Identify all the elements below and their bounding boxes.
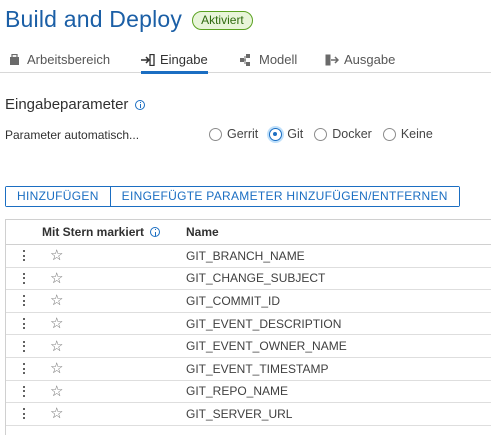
tab-label: Ausgabe: [344, 52, 396, 67]
tab-ausgabe[interactable]: Ausgabe: [325, 46, 395, 73]
row-star-cell: ☆: [42, 384, 186, 399]
kebab-menu-icon[interactable]: [22, 385, 26, 398]
tab-label: Eingabe: [160, 52, 208, 67]
row-star-cell: ☆: [42, 248, 186, 263]
star-icon[interactable]: ☆: [50, 384, 63, 399]
row-star-cell: ☆: [42, 293, 186, 308]
tab-label: Arbeitsbereich: [27, 52, 111, 67]
row-menu-cell: [6, 249, 42, 262]
output-icon: [325, 54, 340, 66]
table-row[interactable]: ☆ GIT_BRANCH_NAME: [6, 245, 491, 268]
star-icon[interactable]: ☆: [50, 248, 63, 263]
param-name: GIT_SERVER_URL: [186, 406, 293, 421]
radio-label: Keine: [400, 127, 433, 141]
radio-keine[interactable]: Keine: [382, 127, 433, 141]
header-starred: Mit Stern markiert: [42, 225, 186, 239]
row-menu-cell: [6, 385, 42, 398]
kebab-menu-icon[interactable]: [22, 317, 26, 330]
param-name: GIT_CHANGE_SUBJECT: [186, 271, 326, 286]
tab-eingabe[interactable]: Eingabe: [141, 46, 208, 74]
row-menu-cell: [6, 340, 42, 353]
radio-docker[interactable]: Docker: [314, 127, 372, 141]
page-header: Build and Deploy Aktiviert: [5, 4, 253, 34]
radio-label: Git: [287, 127, 304, 141]
radio-gerrit[interactable]: Gerrit: [209, 127, 258, 141]
add-remove-injected-params-button[interactable]: EINGEFÜGTE PARAMETER HINZUFÜGEN/ENTFERNE…: [109, 187, 459, 206]
table-row[interactable]: ☆ GIT_SERVER_URL: [6, 403, 491, 426]
tab-arbeitsbereich[interactable]: Arbeitsbereich: [8, 46, 110, 73]
row-star-cell: ☆: [42, 271, 186, 286]
row-star-cell: ☆: [42, 339, 186, 354]
param-name: GIT_EVENT_OWNER_NAME: [186, 339, 347, 354]
tab-bar: Arbeitsbereich Eingabe Modell Ausgabe: [0, 46, 491, 74]
table-row[interactable]: ☆ GIT_EVENT_OWNER_NAME: [6, 335, 491, 358]
section-title-text: Eingabeparameter: [5, 96, 129, 113]
star-icon[interactable]: ☆: [50, 271, 63, 286]
add-button[interactable]: HINZUFÜGEN: [6, 187, 110, 206]
parameters-table: Mit Stern markiert Name ☆ GIT_BRANCH_NAME…: [5, 219, 491, 435]
model-icon: [240, 53, 254, 66]
tab-modell[interactable]: Modell: [240, 46, 297, 73]
radio-label: Gerrit: [227, 127, 259, 141]
star-icon[interactable]: ☆: [50, 316, 63, 331]
star-icon[interactable]: ☆: [50, 361, 63, 376]
info-icon[interactable]: [135, 99, 146, 110]
table-row[interactable]: ☆ GIT_CHANGE_SUBJECT: [6, 268, 491, 291]
table-body: ☆ GIT_BRANCH_NAME ☆ GIT_CHANGE_SUBJECT ☆ GIT_…: [6, 245, 491, 426]
radio-git[interactable]: Git: [269, 127, 303, 141]
star-icon[interactable]: ☆: [50, 293, 63, 308]
param-auto-label: Parameter automatisch...: [5, 128, 140, 142]
radio-circle[interactable]: [314, 127, 328, 141]
radio-label: Docker: [332, 127, 372, 141]
column-header-name[interactable]: Name: [186, 225, 491, 239]
row-star-cell: ☆: [42, 361, 186, 376]
table-row[interactable]: ☆ GIT_REPO_NAME: [6, 381, 491, 404]
kebab-menu-icon[interactable]: [22, 294, 26, 307]
section-title: Eingabeparameter: [5, 96, 146, 113]
kebab-menu-icon[interactable]: [22, 340, 26, 353]
row-menu-cell: [6, 272, 42, 285]
param-name: GIT_COMMIT_ID: [186, 293, 281, 308]
param-radio-group: Gerrit Git Docker Keine: [209, 127, 444, 141]
workspace-icon: [8, 53, 22, 66]
table-row[interactable]: ☆ GIT_COMMIT_ID: [6, 290, 491, 313]
table-row[interactable]: ☆ GIT_EVENT_DESCRIPTION: [6, 313, 491, 336]
param-name: GIT_EVENT_DESCRIPTION: [186, 316, 342, 331]
kebab-menu-icon[interactable]: [22, 362, 26, 375]
row-menu-cell: [6, 407, 42, 420]
table-row[interactable]: ☆ GIT_EVENT_TIMESTAMP: [6, 358, 491, 381]
radio-circle[interactable]: [269, 127, 283, 141]
row-star-cell: ☆: [42, 316, 186, 331]
row-menu-cell: [6, 317, 42, 330]
kebab-menu-icon[interactable]: [22, 272, 26, 285]
info-icon[interactable]: [150, 227, 161, 237]
column-header-starred: Mit Stern markiert: [42, 225, 145, 239]
kebab-menu-icon[interactable]: [22, 407, 26, 420]
radio-circle[interactable]: [382, 127, 396, 141]
kebab-menu-icon[interactable]: [22, 249, 26, 262]
param-name: GIT_BRANCH_NAME: [186, 248, 305, 263]
action-button-group: HINZUFÜGEN EINGEFÜGTE PARAMETER HINZUFÜG…: [5, 186, 460, 207]
status-badge: Aktiviert: [192, 10, 253, 30]
star-icon[interactable]: ☆: [50, 406, 63, 421]
tab-label: Modell: [259, 52, 298, 67]
row-menu-cell: [6, 362, 42, 375]
row-star-cell: ☆: [42, 406, 186, 421]
param-name: GIT_REPO_NAME: [186, 384, 289, 399]
radio-circle[interactable]: [209, 127, 222, 141]
star-icon[interactable]: ☆: [50, 339, 63, 354]
table-header: Mit Stern markiert Name: [6, 220, 491, 245]
input-icon: [141, 53, 155, 66]
param-name: GIT_EVENT_TIMESTAMP: [186, 361, 329, 376]
page-title: Build and Deploy: [5, 5, 183, 32]
row-menu-cell: [6, 294, 42, 307]
